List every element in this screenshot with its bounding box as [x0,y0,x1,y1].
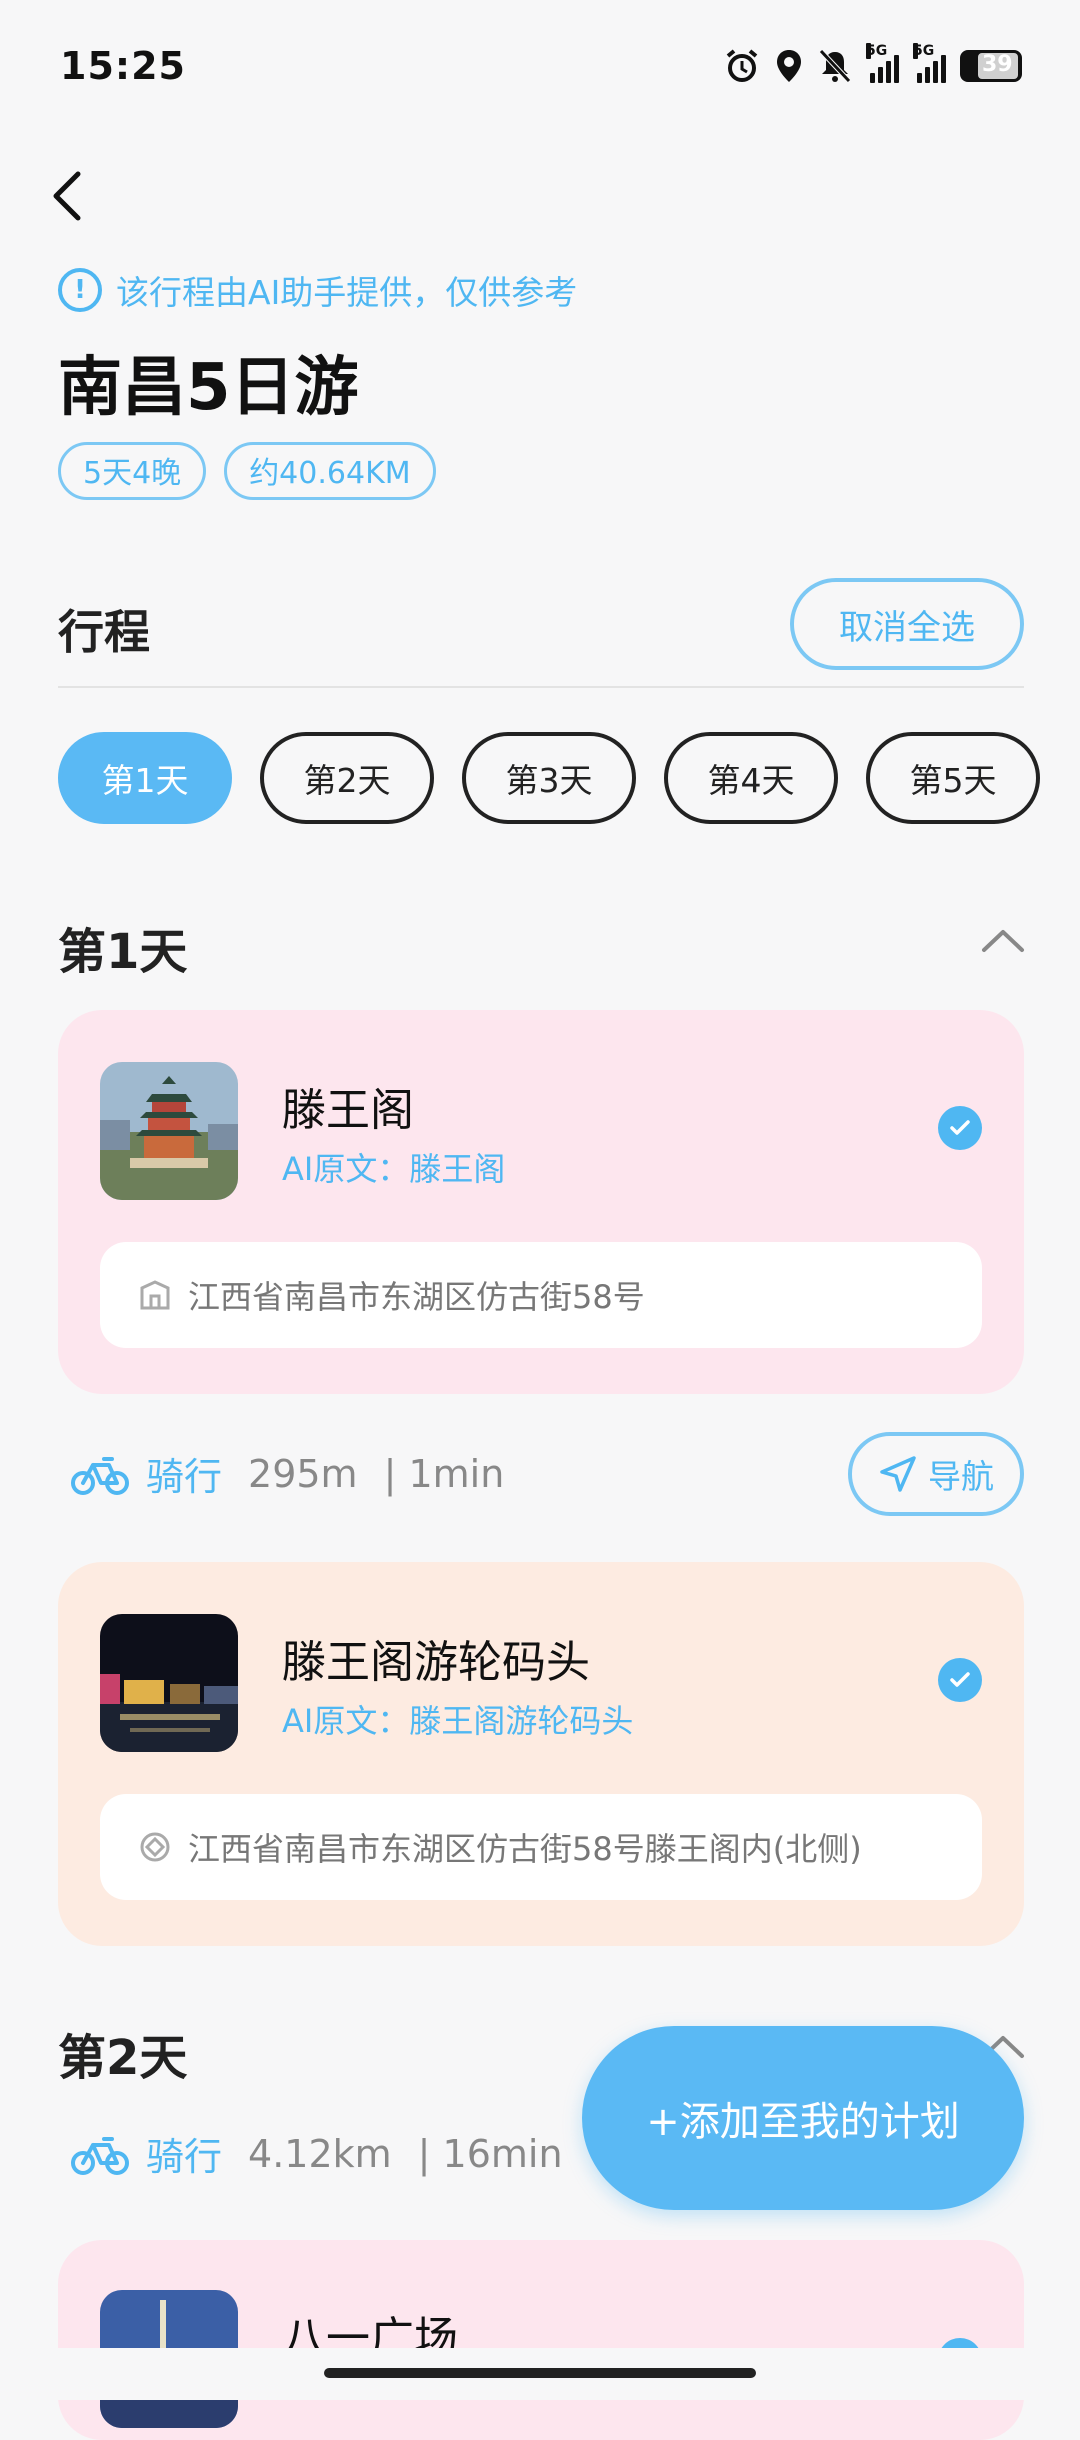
spot-card-2[interactable]: 滕王阁游轮码头 AI原文：滕王阁游轮码头 江西省南昌市东湖区仿古街58号滕王阁内… [58,1562,1024,1946]
alarm-icon [726,49,758,82]
address-text: 江西省南昌市东湖区仿古街58号滕王阁内(北侧) [188,1830,862,1868]
building-icon [140,1280,170,1310]
navigation-arrow-icon [880,1456,916,1492]
spot-photo [100,1614,238,1752]
status-time: 15:25 [60,44,186,88]
check-icon[interactable] [938,1106,982,1150]
route-mode: 骑行 [146,1455,223,1499]
day-2-title: 第2天 [58,2030,188,2086]
tab-day-2[interactable]: 第2天 [260,732,434,824]
spot-card-1[interactable]: 滕王阁 AI原文：滕王阁 江西省南昌市东湖区仿古街58号 [58,1010,1024,1394]
distance-tag: 约40.64KM [224,442,436,500]
route-duration: | 1min [383,1451,505,1496]
mute-bell-icon [819,49,851,83]
status-icons: 5G 5G 39 [724,43,1022,84]
route-info: 骑行 4.12km | 16min [70,2126,563,2181]
tab-day-1[interactable]: 第1天 [58,732,232,824]
back-arrow-icon[interactable] [48,168,88,224]
trip-tags: 5天4晚 约40.64KM [58,442,436,500]
spot-photo [100,1062,238,1200]
day-1-title: 第1天 [58,924,188,980]
spot-name: 滕王阁游轮码头 [282,1637,590,1688]
spot-ai-original: AI原文：滕王阁 [282,1150,506,1188]
tab-day-5[interactable]: 第5天 [866,732,1040,824]
trip-title: 南昌5日游 [58,351,359,425]
notice-text: 该行程由AI助手提供，仅供参考 [116,273,578,312]
address-text: 江西省南昌市东湖区仿古街58号 [188,1278,645,1316]
route-mode: 骑行 [146,2135,223,2179]
duration-tag: 5天4晚 [58,442,207,500]
signal-1-icon: 5G [866,43,899,83]
route-info: 骑行 295m | 1min [70,1446,504,1501]
day-tabs: 第1天 第2天 第3天 第4天 第5天 [58,732,1040,824]
route-distance: 4.12km [248,2131,392,2176]
bicycle-icon [71,1456,129,1495]
spot-card-3[interactable]: 八一广场 [58,2240,1024,2440]
pier-icon [140,1832,170,1862]
chevron-up-icon[interactable] [980,918,1026,964]
add-to-plan-button[interactable]: +添加至我的计划 [582,2026,1024,2210]
signal-2-icon: 5G [913,43,946,83]
home-indicator[interactable] [324,2368,756,2378]
location-icon [777,50,801,82]
address-box: 江西省南昌市东湖区仿古街58号 [100,1242,982,1348]
navigate-button[interactable]: 导航 [848,1432,1024,1516]
check-icon[interactable] [938,1658,982,1702]
address-box: 江西省南昌市东湖区仿古街58号滕王阁内(北侧) [100,1794,982,1900]
battery-icon: 39 [960,50,1022,82]
navigate-label: 导航 [928,1457,994,1496]
battery-level: 39 [982,52,1013,77]
divider [58,686,1024,688]
cancel-select-all-button[interactable]: 取消全选 [790,578,1024,670]
spot-ai-original: AI原文：滕王阁游轮码头 [282,1702,634,1740]
itinerary-label: 行程 [58,605,150,659]
route-duration: | 16min [417,2131,563,2176]
tab-day-3[interactable]: 第3天 [462,732,636,824]
exclamation-icon: ! [58,268,102,312]
ai-notice: ! 该行程由AI助手提供，仅供参考 [58,266,577,314]
route-distance: 295m [248,1451,358,1496]
spot-name: 滕王阁 [282,1085,414,1136]
bicycle-icon [71,2136,129,2175]
tab-day-4[interactable]: 第4天 [664,732,838,824]
